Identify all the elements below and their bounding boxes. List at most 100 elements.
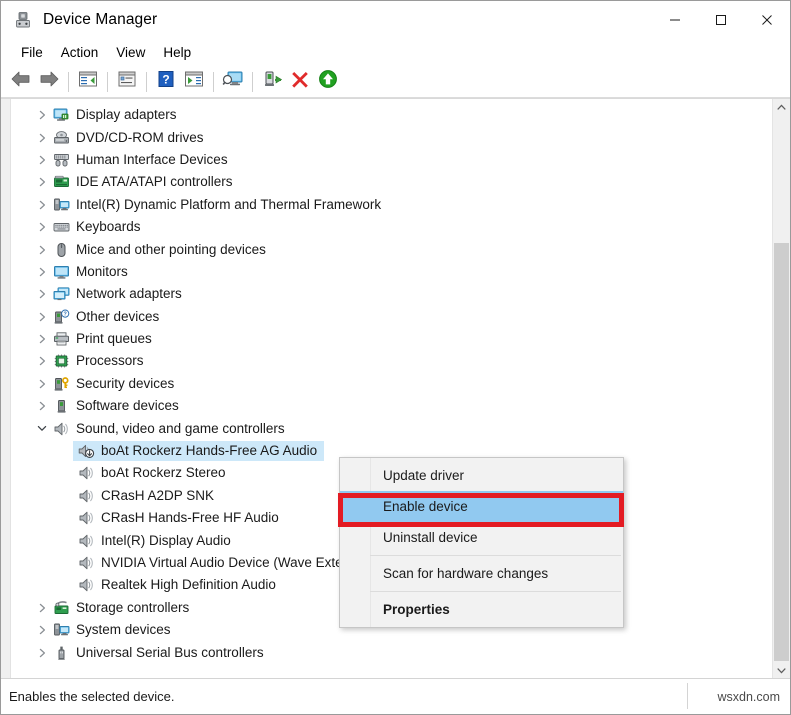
tree-item-label: Universal Serial Bus controllers [76, 644, 264, 660]
minimize-button[interactable] [652, 1, 698, 39]
chevron-right-icon[interactable] [33, 133, 51, 143]
processor-icon [51, 352, 71, 370]
vertical-scrollbar[interactable] [772, 99, 790, 679]
tree-item-label: Security devices [76, 375, 175, 391]
tree-item[interactable]: Print queues [11, 328, 764, 350]
ctx-update-driver[interactable]: Update driver [340, 460, 623, 491]
red-x-icon [291, 70, 309, 93]
maximize-button[interactable] [698, 1, 744, 39]
menu-action[interactable]: Action [52, 42, 108, 63]
tree-item[interactable]: Monitors [11, 261, 764, 283]
chevron-right-icon[interactable] [33, 603, 51, 613]
back-button[interactable] [7, 69, 35, 95]
dvd-drive-icon [51, 129, 71, 147]
tree-item[interactable]: DVD/CD-ROM drives [11, 126, 764, 148]
title-bar: Device Manager [1, 1, 790, 39]
tree-item-label: DVD/CD-ROM drives [76, 129, 204, 145]
menu-view[interactable]: View [107, 42, 154, 63]
forward-arrow-icon [38, 70, 60, 93]
tree-item[interactable]: Intel(R) Dynamic Platform and Thermal Fr… [11, 194, 764, 216]
scroll-up-arrow-icon[interactable] [773, 99, 790, 116]
chevron-right-icon[interactable] [33, 155, 51, 165]
show-hide-action-pane-button[interactable] [180, 69, 208, 95]
tree-item-label: Human Interface Devices [76, 151, 228, 167]
chevron-right-icon[interactable] [33, 200, 51, 210]
chevron-right-icon[interactable] [33, 312, 51, 322]
speaker-icon [76, 554, 96, 572]
ctx-uninstall-device[interactable]: Uninstall device [340, 522, 623, 553]
chevron-right-icon[interactable] [33, 625, 51, 635]
chevron-right-icon[interactable] [33, 648, 51, 658]
forward-button[interactable] [35, 69, 63, 95]
close-button[interactable] [744, 1, 790, 39]
mouse-icon [51, 241, 71, 259]
window-controls [652, 1, 790, 39]
toolbar-separator [252, 71, 253, 92]
chevron-down-icon[interactable] [33, 424, 51, 433]
tree-item[interactable]: Processors [11, 350, 764, 372]
chevron-right-icon[interactable] [33, 289, 51, 299]
chevron-right-icon[interactable] [33, 245, 51, 255]
monitor-icon [51, 263, 71, 281]
ctx-enable-device[interactable]: Enable device [340, 491, 623, 522]
chevron-right-icon[interactable] [33, 356, 51, 366]
menu-file[interactable]: File [12, 42, 52, 63]
printer-icon [51, 330, 71, 348]
status-text: Enables the selected device. [9, 689, 175, 704]
scan-for-hardware-changes-button[interactable] [219, 69, 247, 95]
tree-item-label: Monitors [76, 263, 128, 279]
chevron-right-icon[interactable] [33, 334, 51, 344]
ctx-properties[interactable]: Properties [340, 594, 623, 625]
context-menu[interactable]: Update driver Enable device Uninstall devi… [339, 457, 624, 628]
security-device-icon [51, 375, 71, 393]
window-title: Device Manager [43, 11, 158, 28]
tree-item-label: Sound, video and game controllers [76, 420, 285, 436]
tree-item[interactable]: Mice and other pointing devices [11, 238, 764, 260]
toolbar-separator [107, 71, 108, 92]
tree-item-label: Intel(R) Display Audio [101, 532, 231, 548]
tree-item-label: Intel(R) Dynamic Platform and Thermal Fr… [76, 196, 382, 212]
unknown-device-icon: ? [51, 308, 71, 326]
chevron-right-icon[interactable] [33, 177, 51, 187]
tree-item[interactable]: Sound, video and game controllers [11, 417, 764, 439]
chevron-right-icon[interactable] [33, 110, 51, 120]
green-up-arrow-icon [318, 69, 338, 94]
system-device-icon [51, 621, 71, 639]
tree-item[interactable]: Display adapters [11, 104, 764, 126]
show-hide-console-tree-button[interactable] [74, 69, 102, 95]
display-adapter-icon [51, 106, 71, 124]
chevron-right-icon[interactable] [33, 222, 51, 232]
tree-item-label: Keyboards [76, 219, 141, 235]
svg-text:?: ? [162, 72, 169, 86]
chevron-right-icon[interactable] [33, 379, 51, 389]
chevron-right-icon[interactable] [33, 401, 51, 411]
tree-item[interactable]: IDE ATA/ATAPI controllers [11, 171, 764, 193]
scrollbar-thumb[interactable] [774, 243, 789, 661]
tree-item-label: Storage controllers [76, 599, 190, 615]
tree-item[interactable]: Keyboards [11, 216, 764, 238]
toolbar-separator [68, 71, 69, 92]
help-button[interactable]: ? [152, 69, 180, 95]
tree-item[interactable]: Network adapters [11, 283, 764, 305]
tree-item[interactable]: ? Other devices [11, 306, 764, 328]
tree-item[interactable]: Human Interface Devices [11, 149, 764, 171]
help-question-icon: ? [157, 70, 175, 93]
update-driver-button[interactable] [258, 69, 286, 95]
chevron-right-icon[interactable] [33, 267, 51, 277]
system-device-icon [51, 196, 71, 214]
device-manager-window: Device Manager File Action View Help ? D… [0, 0, 791, 715]
tree-item[interactable]: Software devices [11, 395, 764, 417]
tree-item-label: Mice and other pointing devices [76, 241, 266, 257]
tree-item-label: Software devices [76, 398, 179, 414]
disable-device-button[interactable] [286, 69, 314, 95]
properties-button[interactable] [113, 69, 141, 95]
scroll-down-arrow-icon[interactable] [773, 662, 790, 679]
enable-device-button[interactable] [314, 69, 342, 95]
ctx-scan-for-hardware-changes[interactable]: Scan for hardware changes [340, 558, 623, 589]
tree-item[interactable]: Security devices [11, 373, 764, 395]
tree-item-label: boAt Rockerz Stereo [101, 465, 226, 481]
tree-item[interactable]: Universal Serial Bus controllers [11, 641, 764, 663]
ide-controller-icon [51, 173, 71, 191]
watermark: wsxdn.com [717, 689, 780, 704]
menu-help[interactable]: Help [154, 42, 200, 63]
